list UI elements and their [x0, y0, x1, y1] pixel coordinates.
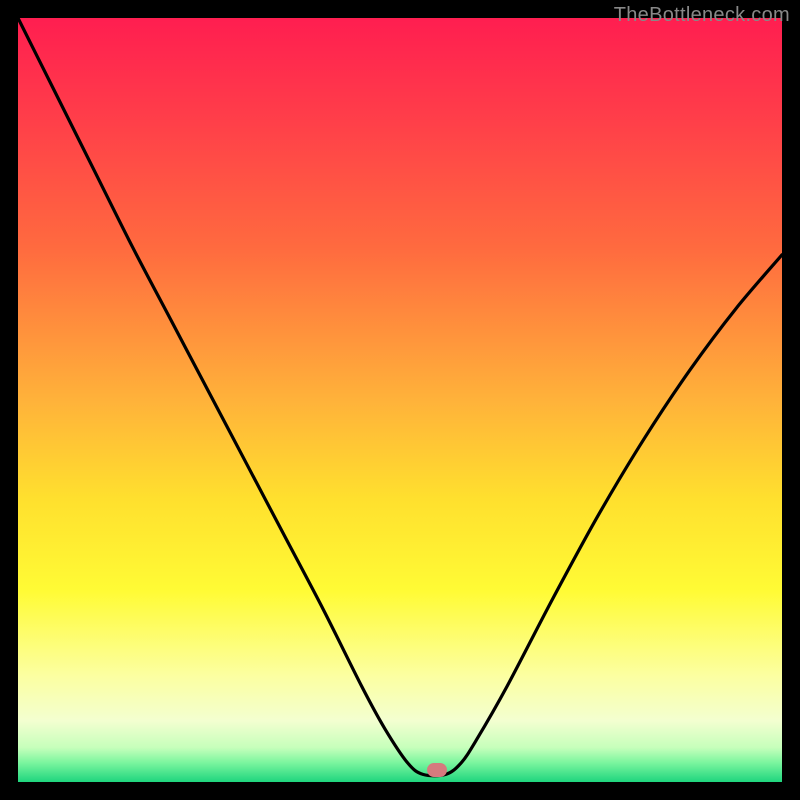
optimal-marker	[427, 763, 447, 777]
bottleneck-curve	[18, 18, 782, 782]
plot-area	[18, 18, 782, 782]
plot-frame	[18, 18, 782, 782]
watermark-text: TheBottleneck.com	[614, 4, 790, 27]
